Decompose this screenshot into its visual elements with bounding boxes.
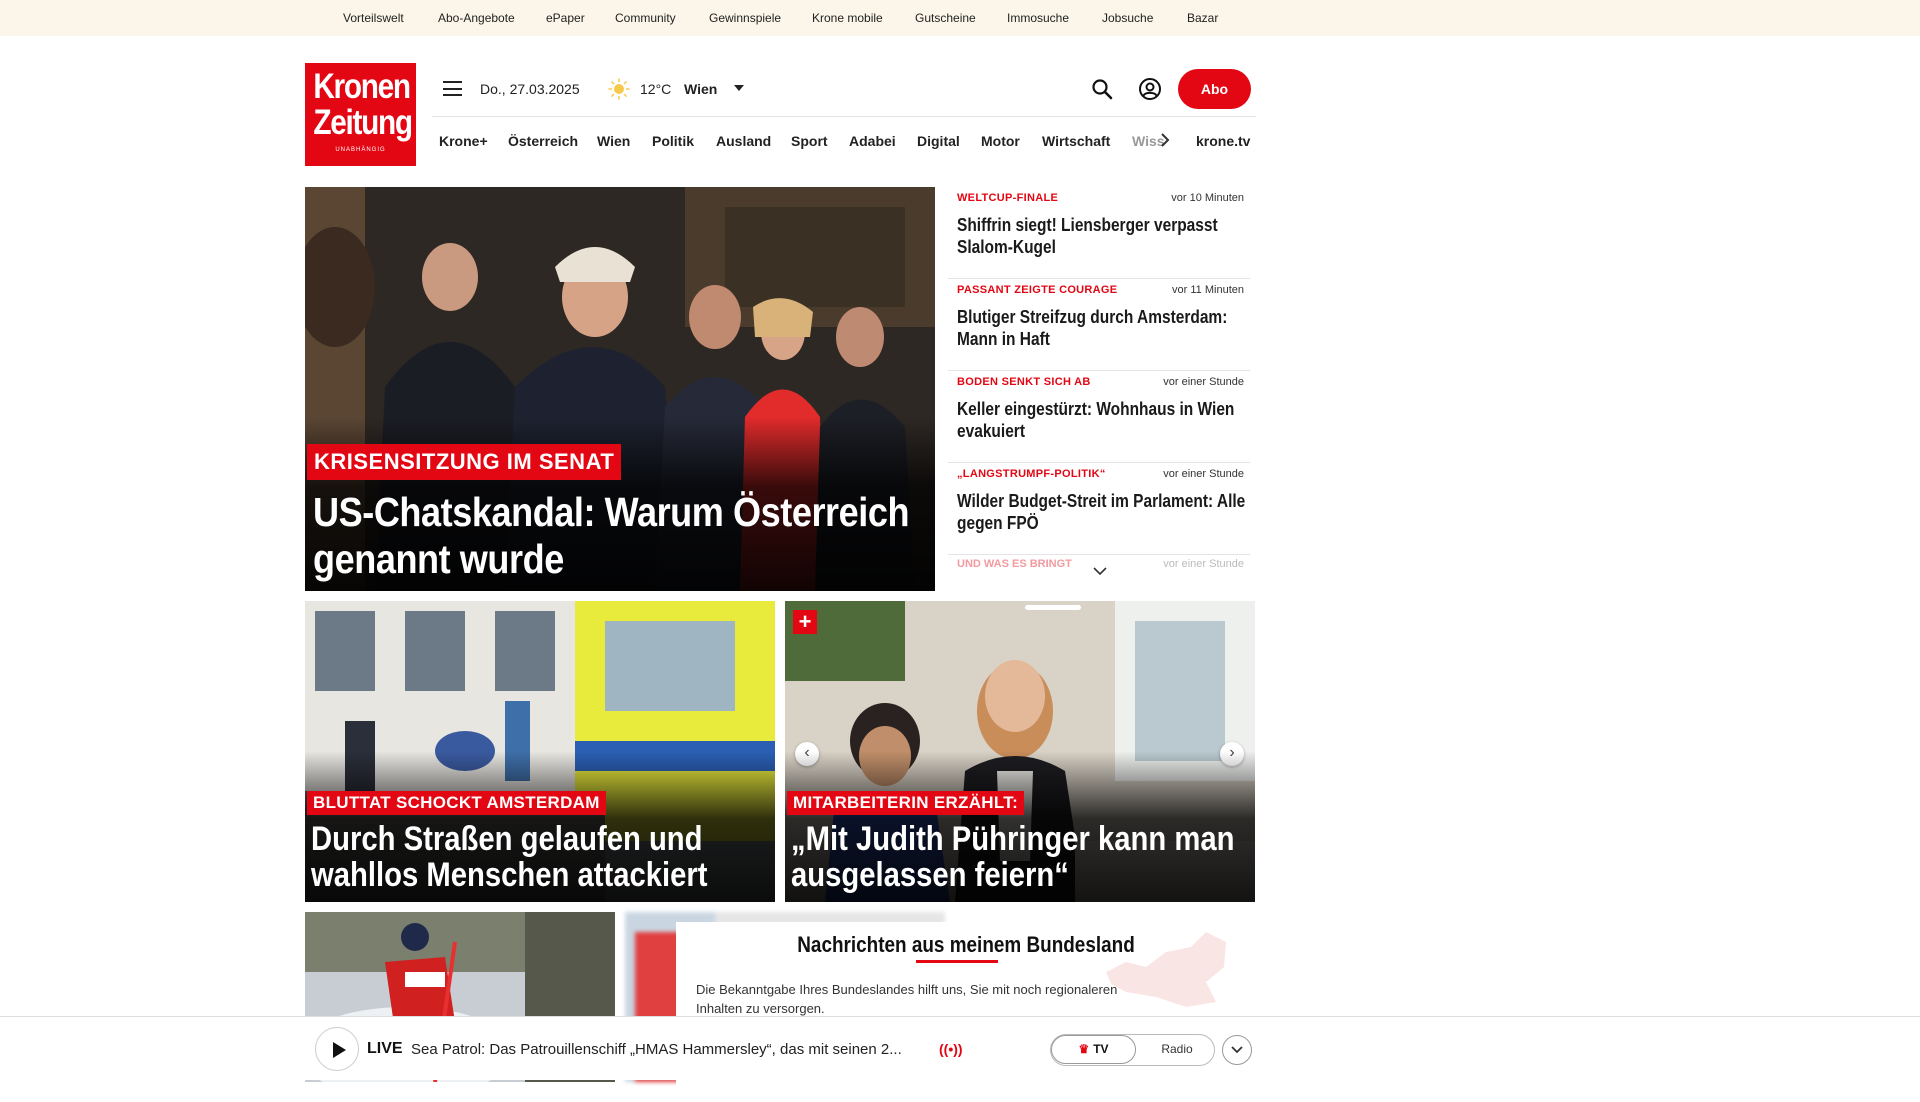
krone-plus-badge: + xyxy=(793,610,817,634)
menu-icon[interactable] xyxy=(443,81,462,96)
logo-tagline: UNABHÄNGIG xyxy=(335,147,386,153)
slide-indicator xyxy=(1025,605,1081,610)
account-icon[interactable] xyxy=(1138,77,1162,101)
article-card-amsterdam[interactable]: BLUTTAT SCHOCKT AMSTERDAM Durch Straßen … xyxy=(305,601,775,902)
card-headline[interactable]: „Mit Judith Pühringer kann man ausgelass… xyxy=(791,821,1255,893)
article-card-puehringer[interactable]: + ‹ › MITARBEITERIN ERZÄHLT: „Mit Judith… xyxy=(785,601,1255,902)
topnav-bazar[interactable]: Bazar xyxy=(1187,11,1218,25)
topnav-community[interactable]: Community xyxy=(615,11,676,25)
topnav-krone-mobile[interactable]: Krone mobile xyxy=(812,11,883,25)
topnav-gutscheine[interactable]: Gutscheine xyxy=(915,11,976,25)
ticker-item[interactable]: WELTCUP-FINALE vor 10 Minuten Shiffrin s… xyxy=(948,187,1250,279)
ticker-kicker: BODEN SENKT SICH AB xyxy=(957,376,1091,388)
nav-ausland[interactable]: Ausland xyxy=(716,133,771,149)
nav-wien[interactable]: Wien xyxy=(597,133,630,149)
weather-temperature: 12°C xyxy=(640,81,672,97)
hero-headline[interactable]: US-Chatskandal: Warum Österreich genannt… xyxy=(313,489,920,583)
nav-motor[interactable]: Motor xyxy=(981,133,1020,149)
topnav-jobsuche[interactable]: Jobsuche xyxy=(1102,11,1153,25)
top-utility-bar: Vorteilswelt Abo-Angebote ePaper Communi… xyxy=(0,0,1920,36)
bundesland-text: Die Bekanntgabe Ihres Bundeslandes hilft… xyxy=(696,982,1118,1016)
logo-line-1: Kronen xyxy=(313,67,411,106)
topnav-gewinnspiele[interactable]: Gewinnspiele xyxy=(709,11,781,25)
nav-oesterreich[interactable]: Österreich xyxy=(508,133,578,149)
ticker-item[interactable]: PASSANT ZEIGTE COURAGE vor 11 Minuten Bl… xyxy=(948,279,1250,371)
play-button[interactable] xyxy=(315,1027,359,1071)
ticker-kicker: PASSANT ZEIGTE COURAGE xyxy=(957,284,1118,296)
ticker-kicker: WELTCUP-FINALE xyxy=(957,192,1059,204)
topnav-epaper[interactable]: ePaper xyxy=(546,11,585,25)
nav-sport[interactable]: Sport xyxy=(791,133,828,149)
tv-radio-toggle[interactable]: ♛ TV Radio xyxy=(1050,1034,1215,1066)
chevron-down-icon xyxy=(1230,1045,1243,1053)
card-kicker: MITARBEITERIN ERZÄHLT: xyxy=(787,791,1025,815)
chevron-down-icon[interactable] xyxy=(734,85,744,91)
expand-player-button[interactable] xyxy=(1222,1035,1252,1065)
crown-icon: ♛ xyxy=(1078,1042,1090,1056)
ticker-time: vor einer Stunde xyxy=(1163,468,1244,480)
logo-line-2: Zeitung xyxy=(313,103,413,142)
ticker-headline[interactable]: Keller eingestürzt: Wohnhaus in Wien eva… xyxy=(957,398,1249,442)
title-underline xyxy=(916,960,998,963)
ticker-item[interactable]: „LANGSTRUMPF-POLITIK“ vor einer Stunde W… xyxy=(948,463,1250,555)
ticker-time: vor einer Stunde xyxy=(1163,558,1244,570)
ticker-headline[interactable]: Blutiger Streifzug durch Amsterdam: Mann… xyxy=(957,306,1249,350)
nav-wirtschaft[interactable]: Wirtschaft xyxy=(1042,133,1110,149)
nav-digital[interactable]: Digital xyxy=(917,133,960,149)
live-player-bar: LIVE Sea Patrol: Das Patrouillenschiff „… xyxy=(0,1016,1920,1080)
ticker-time: vor einer Stunde xyxy=(1163,376,1244,388)
ticker-item[interactable]: BODEN SENKT SICH AB vor einer Stunde Kel… xyxy=(948,371,1250,463)
topnav-immosuche[interactable]: Immosuche xyxy=(1007,11,1069,25)
chevron-down-icon[interactable] xyxy=(1092,565,1108,577)
broadcast-icon: ((•)) xyxy=(939,1041,963,1057)
ticker-time: vor 11 Minuten xyxy=(1172,284,1244,296)
card-kicker: BLUTTAT SCHOCKT AMSTERDAM xyxy=(307,791,606,815)
hero-article[interactable]: KRISENSITZUNG IM SENAT US-Chatskandal: W… xyxy=(305,187,935,591)
sun-icon xyxy=(608,78,630,100)
card-headline[interactable]: Durch Straßen gelaufen und wahllos Mensc… xyxy=(311,821,775,893)
radio-tab[interactable]: Radio xyxy=(1141,1035,1213,1064)
topnav-abo-angebote[interactable]: Abo-Angebote xyxy=(438,11,515,25)
nav-krone-plus[interactable]: Krone+ xyxy=(439,133,488,149)
header-date: Do., 27.03.2025 xyxy=(480,81,580,97)
ticker-headline[interactable]: Wilder Budget-Streit im Parlament: Alle … xyxy=(957,490,1249,534)
nav-politik[interactable]: Politik xyxy=(652,133,694,149)
chevron-right-icon[interactable] xyxy=(1158,131,1172,149)
search-icon[interactable] xyxy=(1091,78,1113,100)
krone-logo[interactable]: Kronen Zeitung UNABHÄNGIG xyxy=(305,63,416,166)
tv-label: TV xyxy=(1093,1042,1109,1056)
live-label: LIVE xyxy=(367,1040,403,1057)
play-icon xyxy=(333,1042,346,1058)
hero-kicker: KRISENSITZUNG IM SENAT xyxy=(307,444,622,480)
ticker-time: vor 10 Minuten xyxy=(1171,192,1244,204)
bundesland-title: Nachrichten aus meinem Bundesland xyxy=(797,932,1135,957)
ticker-kicker: UND WAS ES BRINGT xyxy=(957,558,1072,570)
ticker-headline[interactable]: Shiffrin siegt! Liensberger verpasst Sla… xyxy=(957,214,1249,258)
nav-krone-tv[interactable]: krone.tv xyxy=(1196,133,1250,149)
abo-button[interactable]: Abo xyxy=(1178,69,1251,109)
tv-tab[interactable]: ♛ TV xyxy=(1051,1035,1136,1064)
weather-city-select[interactable]: Wien xyxy=(684,81,717,97)
divider xyxy=(432,116,1256,117)
live-program-title[interactable]: Sea Patrol: Das Patrouillenschiff „HMAS … xyxy=(411,1041,902,1058)
ticker-kicker: „LANGSTRUMPF-POLITIK“ xyxy=(957,468,1106,480)
nav-adabei[interactable]: Adabei xyxy=(849,133,896,149)
topnav-vorteilswelt[interactable]: Vorteilswelt xyxy=(343,11,404,25)
